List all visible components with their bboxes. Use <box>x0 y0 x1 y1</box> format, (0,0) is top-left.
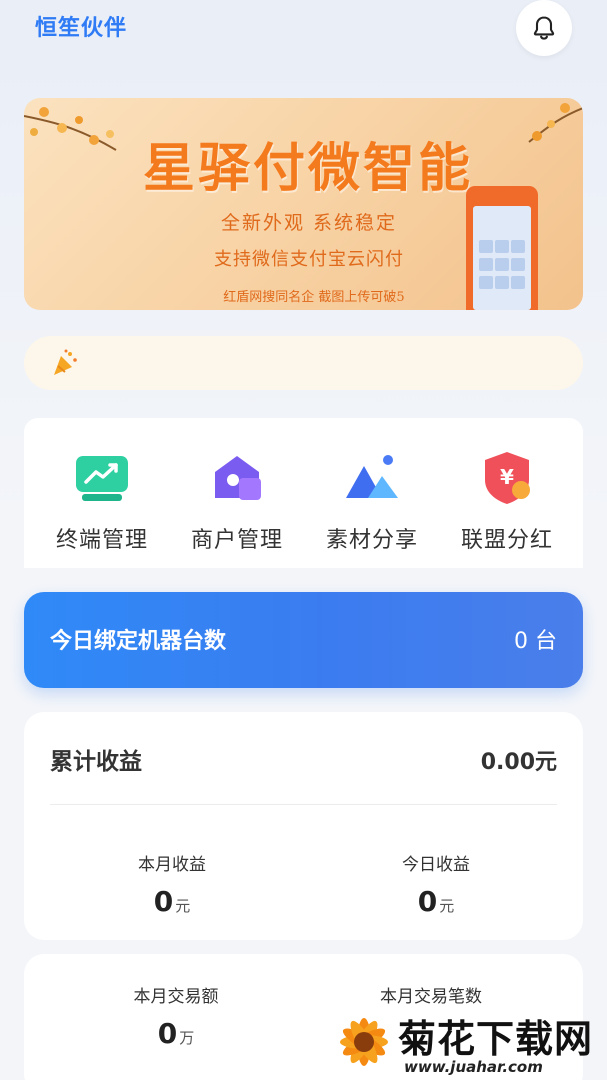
notice-bar[interactable] <box>24 336 583 390</box>
menu-item-alliance-dividend[interactable]: ¥ 联盟分红 <box>437 448 577 558</box>
today-bound-machines-card[interactable]: 今日绑定机器台数 0 台 <box>24 592 583 688</box>
bound-machines-count: 0 台 <box>514 629 557 654</box>
cumulative-earnings-value: 0.00元 <box>480 750 557 775</box>
svg-text:¥: ¥ <box>500 465 514 489</box>
today-earnings-label: 今日收益 <box>402 855 470 875</box>
quick-menu: 终端管理 商户管理 素材分享 ¥ 联盟分红 <box>24 418 583 568</box>
watermark: 菊花下载网 www.juahar.com <box>330 1004 607 1080</box>
watermark-name: 菊花下载网 <box>398 1017 594 1061</box>
menu-item-terminal-management[interactable]: 终端管理 <box>32 448 172 558</box>
banner-title: 星驿付微智能 <box>142 139 473 199</box>
promo-banner[interactable]: 星驿付微智能 全新外观 系统稳定 支持微信支付宝云闪付 红盾网搜同名企 截图上传… <box>24 98 583 310</box>
bound-machines-label: 今日绑定机器台数 <box>50 629 227 654</box>
divider <box>50 804 557 805</box>
menu-item-merchant-management[interactable]: 商户管理 <box>167 448 307 558</box>
cumulative-earnings-label: 累计收益 <box>50 749 142 775</box>
earnings-card: 累计收益 0.00元 本月收益 0元 今日收益 0元 <box>24 712 583 940</box>
menu-item-label: 终端管理 <box>55 528 148 553</box>
top-bar: 恒笙伙伴 <box>0 0 607 60</box>
bell-icon <box>533 16 555 40</box>
menu-item-label: 联盟分红 <box>460 528 553 553</box>
banner-footnote: 红盾网搜同名企 截图上传可破5 <box>223 290 405 305</box>
mountain-image-icon <box>346 455 398 498</box>
pos-terminal-image <box>466 186 538 310</box>
menu-item-material-share[interactable]: 素材分享 <box>302 448 442 558</box>
month-trade-volume: 本月交易额 0万 <box>76 982 276 1050</box>
yuan-shield-icon: ¥ <box>485 452 530 504</box>
app-title: 恒笙伙伴 <box>35 16 128 41</box>
flower-logo-icon <box>340 1018 388 1066</box>
month-trade-volume-label: 本月交易额 <box>133 987 219 1007</box>
today-earnings: 今日收益 0元 <box>336 850 536 918</box>
decor-branch-right <box>528 103 583 143</box>
watermark-url: www.juahar.com <box>404 1058 543 1076</box>
terminal-chart-icon <box>76 456 128 501</box>
month-trade-volume-value: 0万 <box>157 1017 195 1050</box>
banner-subtitle: 支持微信支付宝云闪付 <box>214 249 404 270</box>
merchant-house-icon <box>215 456 261 500</box>
today-earnings-value: 0元 <box>417 885 455 918</box>
pos-screen <box>473 206 531 310</box>
month-earnings-value: 0元 <box>153 885 191 918</box>
notifications-button[interactable] <box>516 0 572 56</box>
menu-item-label: 商户管理 <box>190 528 283 553</box>
month-earnings: 本月收益 0元 <box>72 850 272 918</box>
banner-tagline: 全新外观 系统稳定 <box>220 212 398 234</box>
menu-item-label: 素材分享 <box>325 528 418 553</box>
party-popper-icon <box>54 349 77 375</box>
month-earnings-label: 本月收益 <box>138 855 206 875</box>
